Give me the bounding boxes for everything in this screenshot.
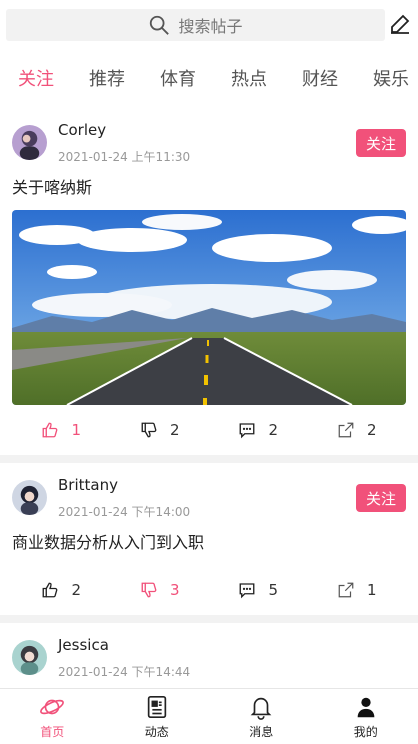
comment-count: 5 <box>268 581 279 599</box>
nav-home[interactable]: 首页 <box>0 689 105 744</box>
like-button[interactable]: 2 <box>12 581 111 599</box>
post-title[interactable]: 关于喀纳斯 <box>12 176 406 210</box>
top-bar: 搜索帖子 <box>0 0 418 48</box>
post-title[interactable]: 商业数据分析从入门到入职 <box>12 531 406 565</box>
follow-button[interactable]: 关注 <box>356 484 406 512</box>
planet-icon <box>40 699 65 714</box>
thumbs-up-icon <box>43 422 58 438</box>
post-header: Jessica 2021-01-24 下午14:44 <box>12 623 406 691</box>
post-card: Brittany 2021-01-24 下午14:00 关注 商业数据分析从入门… <box>0 463 418 615</box>
user-icon <box>357 697 375 717</box>
share-button[interactable]: 2 <box>308 421 407 439</box>
nav-messages-label: 消息 <box>249 724 274 739</box>
edit-post-icon[interactable] <box>388 12 412 36</box>
post-image[interactable] <box>12 210 406 405</box>
follow-button[interactable]: 关注 <box>356 129 406 157</box>
post-time: 2021-01-24 下午14:44 <box>58 665 191 679</box>
post-time: 2021-01-24 上午11:30 <box>58 150 191 164</box>
comment-icon <box>240 423 255 439</box>
document-icon <box>147 695 166 718</box>
post-time: 2021-01-24 下午14:00 <box>58 505 191 519</box>
tab-following[interactable]: 关注 <box>18 65 54 91</box>
post-feed: Corley 2021-01-24 上午11:30 关注 关于喀纳斯 1 2 2… <box>0 108 418 703</box>
share-icon <box>338 582 354 598</box>
post-header: Corley 2021-01-24 上午11:30 关注 <box>12 108 406 176</box>
post-header: Brittany 2021-01-24 下午14:00 关注 <box>12 463 406 531</box>
nav-messages[interactable]: 消息 <box>209 689 314 744</box>
tab-recommended[interactable]: 推荐 <box>89 65 125 91</box>
comment-icon <box>240 583 255 599</box>
dislike-count: 3 <box>169 581 180 599</box>
dislike-count: 2 <box>169 421 180 439</box>
post-actions: 2 3 5 1 <box>12 565 406 615</box>
post-card: Corley 2021-01-24 上午11:30 关注 关于喀纳斯 1 2 2… <box>0 108 418 455</box>
tab-sports[interactable]: 体育 <box>160 65 196 91</box>
like-button[interactable]: 1 <box>12 421 111 439</box>
share-icon <box>338 422 354 438</box>
author-name[interactable]: Corley <box>58 121 106 139</box>
tab-entertainment[interactable]: 娱乐 <box>373 65 409 91</box>
author-name[interactable]: Brittany <box>58 476 118 494</box>
search-placeholder: 搜索帖子 <box>178 17 243 36</box>
avatar[interactable] <box>12 125 47 160</box>
author-name[interactable]: Jessica <box>58 636 109 654</box>
search-icon <box>150 15 170 35</box>
thumbs-down-icon <box>141 582 157 598</box>
share-count: 1 <box>366 581 377 599</box>
share-button[interactable]: 1 <box>308 581 407 599</box>
nav-profile-label: 我的 <box>353 724 378 739</box>
avatar[interactable] <box>12 480 47 515</box>
tab-hot[interactable]: 热点 <box>231 65 267 91</box>
dislike-button[interactable]: 2 <box>111 421 210 439</box>
nav-profile[interactable]: 我的 <box>314 689 418 744</box>
like-count: 2 <box>71 581 82 599</box>
search-bar[interactable]: 搜索帖子 <box>6 9 385 41</box>
share-count: 2 <box>366 421 377 439</box>
dislike-button[interactable]: 3 <box>111 581 210 599</box>
avatar[interactable] <box>12 640 47 675</box>
post-actions: 1 2 2 2 <box>12 405 406 455</box>
comment-button[interactable]: 2 <box>209 421 308 439</box>
bell-icon <box>250 697 272 720</box>
thumbs-up-icon <box>43 582 58 598</box>
nav-feed-label: 动态 <box>144 724 169 739</box>
comment-count: 2 <box>268 421 279 439</box>
category-tabs: 关注 推荐 体育 热点 财经 娱乐 <box>0 48 418 108</box>
tab-finance[interactable]: 财经 <box>302 65 338 91</box>
nav-home-label: 首页 <box>40 724 65 739</box>
thumbs-down-icon <box>141 422 157 438</box>
comment-button[interactable]: 5 <box>209 581 308 599</box>
like-count: 1 <box>71 421 82 439</box>
nav-feed[interactable]: 动态 <box>105 689 210 744</box>
bottom-nav: 首页 动态 消息 我的 <box>0 688 418 744</box>
